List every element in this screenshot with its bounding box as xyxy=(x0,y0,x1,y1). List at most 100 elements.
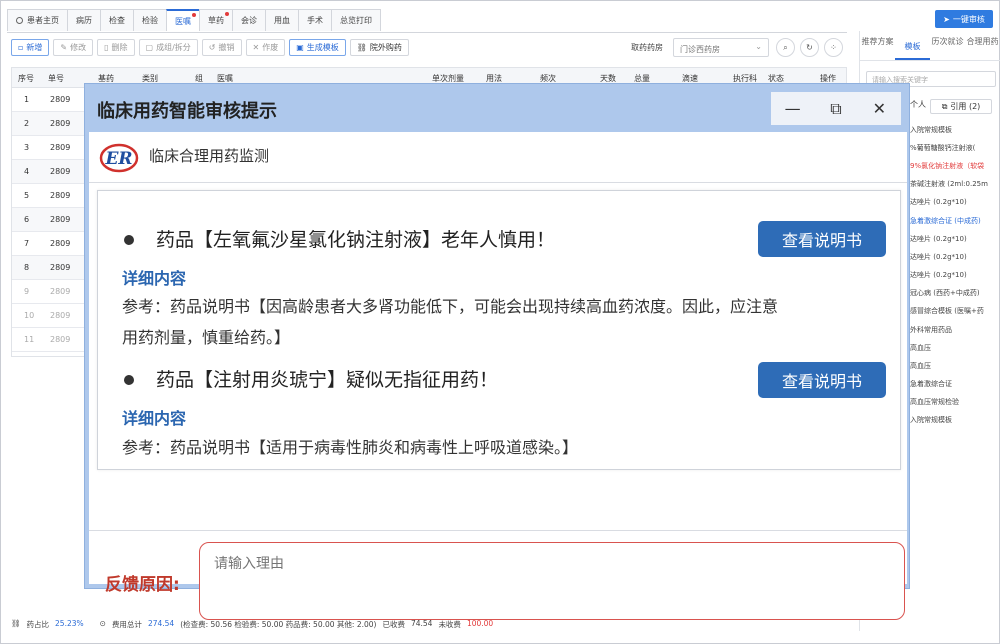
tab-examination[interactable]: 检查 xyxy=(100,9,134,31)
row-order-no: 2809 xyxy=(50,239,71,248)
template-item[interactable]: 高血压常规检验 xyxy=(910,397,1000,407)
feedback-input[interactable] xyxy=(199,542,905,620)
group-icon: ▢ xyxy=(145,43,154,52)
template-item[interactable]: 达唑片 (0.2g*10) xyxy=(910,234,1000,244)
table-row[interactable]: 5 2809 xyxy=(12,184,87,208)
generate-template-button[interactable]: ▣ 生成模板 xyxy=(289,39,346,56)
tab-orders[interactable]: 医嘱 xyxy=(166,9,200,31)
template-item[interactable]: %葡萄糖酸钙注射液( xyxy=(910,143,1000,153)
void-button[interactable]: ✕ 作废 xyxy=(245,39,286,56)
tab-rational-drug[interactable]: 合理用药 xyxy=(965,33,1000,60)
table-row[interactable]: 6 2809 xyxy=(12,208,87,232)
table-row[interactable]: 4 2809 xyxy=(12,160,87,184)
template-item[interactable]: 达唑片 (0.2g*10) xyxy=(910,197,1000,207)
uncollected-label: 未收费 xyxy=(438,620,461,629)
divider xyxy=(89,182,907,183)
row-index: 4 xyxy=(24,167,30,176)
tab-label: 患者主页 xyxy=(27,16,59,25)
logo-text: ER xyxy=(104,149,132,169)
dialog-title: 临床用药智能审核提示 xyxy=(97,101,277,122)
minimize-icon[interactable]: — xyxy=(771,92,814,125)
table-row[interactable]: 2 2809 xyxy=(12,112,87,136)
tab-template[interactable]: 模板 xyxy=(895,33,930,60)
refresh-icon[interactable]: ↻ xyxy=(800,38,819,57)
audit-messages: 药品【左氧氟沙星氯化钠注射液】老年人慎用！ 查看说明书 详细内容 参考：药品说明… xyxy=(97,190,901,470)
fee-total-value: 274.54 xyxy=(147,619,175,628)
table-row[interactable]: 9 2809 xyxy=(12,280,87,304)
tab-recommended[interactable]: 推荐方案 xyxy=(860,33,895,60)
template-item[interactable]: 高血压 xyxy=(910,343,1000,353)
table-row[interactable]: 11 2809 xyxy=(12,328,87,352)
info-icon: ⊙ xyxy=(99,619,106,628)
grid-icon[interactable]: ⁘ xyxy=(824,38,843,57)
reference-button[interactable]: ⧉ 引用 (2) xyxy=(930,99,992,114)
warning-reference: 参考：药品说明书【因高龄患者大多肾功能低下，可能会出现持续高血药浓度。因此，应注… xyxy=(122,291,890,353)
void-label: 作废 xyxy=(262,43,279,52)
tab-lab-test[interactable]: 检验 xyxy=(133,9,167,31)
add-button[interactable]: ▫ 新增 xyxy=(11,39,50,56)
template-item[interactable]: 入院常规模板 xyxy=(910,415,1000,425)
row-order-no: 2809 xyxy=(50,215,71,224)
one-click-audit-button[interactable]: ➤ 一键审核 xyxy=(935,10,993,28)
view-instructions-button[interactable]: 查看说明书 xyxy=(758,221,886,257)
tab-label: 检查 xyxy=(109,16,125,25)
restore-icon[interactable]: ⧉ xyxy=(814,92,857,125)
row-index: 1 xyxy=(24,95,30,104)
table-row[interactable]: 3 2809 xyxy=(12,136,87,160)
link-icon: ⛓ xyxy=(11,619,21,628)
modified-dot xyxy=(192,13,196,17)
delete-button[interactable]: ▯ 删除 xyxy=(97,39,135,56)
table-row[interactable]: 1 2809 xyxy=(12,88,87,112)
group-split-button[interactable]: ▢ 成组/拆分 xyxy=(138,39,198,56)
table-row[interactable]: 7 2809 xyxy=(12,232,87,256)
tab-label: 总览打印 xyxy=(340,16,372,25)
personal-filter[interactable]: 个人 xyxy=(910,99,926,110)
tab-herbal[interactable]: 草药 xyxy=(199,9,233,31)
row-index: 6 xyxy=(24,215,30,224)
tab-visit-history[interactable]: 历次就诊 xyxy=(930,33,965,60)
window-controls: — ⧉ ✕ xyxy=(771,92,901,125)
detail-link[interactable]: 详细内容 xyxy=(122,265,186,289)
close-icon[interactable]: ✕ xyxy=(858,92,901,125)
template-item[interactable]: 达唑片 (0.2g*10) xyxy=(910,270,1000,280)
drug-ratio-label: 药占比 xyxy=(26,620,50,629)
row-order-no: 2809 xyxy=(50,95,71,104)
pharmacy-select[interactable]: 门诊西药房 ⌄ xyxy=(673,38,769,57)
table-row[interactable]: 10 2809 xyxy=(12,304,87,328)
template-item[interactable]: 冠心病 (西药+中成药) xyxy=(910,288,1000,298)
row-order-no: 2809 xyxy=(50,167,71,176)
tab-divider xyxy=(7,32,847,33)
template-item[interactable]: 急着激综合证 (中成药) xyxy=(910,216,1000,226)
tab-blood[interactable]: 用血 xyxy=(265,9,299,31)
tab-patient-home[interactable]: 患者主页 xyxy=(7,9,68,31)
warning-reference: 参考：药品说明书【适用于病毒性肺炎和病毒性上呼吸道感染。】 xyxy=(122,432,890,463)
template-item[interactable]: 达唑片 (0.2g*10) xyxy=(910,252,1000,262)
tab-print-overview[interactable]: 总览打印 xyxy=(331,9,381,31)
row-order-no: 2809 xyxy=(50,119,71,128)
right-panel-tabs: 推荐方案 模板 历次就诊 合理用药 xyxy=(860,33,1000,61)
template-item[interactable]: 感冒综合模板 (医嘱+药 xyxy=(910,306,1000,316)
search-icon[interactable]: ⌕ xyxy=(776,38,795,57)
table-row[interactable]: 8 2809 xyxy=(12,256,87,280)
template-item[interactable]: 高血压 xyxy=(910,361,1000,371)
user-icon xyxy=(16,17,23,24)
template-item[interactable]: 9%氯化钠注射液（软袋 xyxy=(910,161,1000,171)
template-item[interactable]: 茶碱注射液 (2ml:0.25m xyxy=(910,179,1000,189)
template-item[interactable]: 入院常规模板 xyxy=(910,125,1000,135)
divider xyxy=(89,530,907,531)
row-order-no: 2809 xyxy=(50,311,71,320)
modified-dot xyxy=(225,12,229,16)
reference-line: 参考：药品说明书【适用于病毒性肺炎和病毒性上呼吸道感染。】 xyxy=(122,438,579,457)
bullet-icon xyxy=(124,375,134,385)
tab-surgery[interactable]: 手术 xyxy=(298,9,332,31)
tab-label: 医嘱 xyxy=(175,16,191,26)
detail-link[interactable]: 详细内容 xyxy=(122,405,186,429)
edit-button[interactable]: ✎ 修改 xyxy=(53,39,94,56)
view-instructions-button[interactable]: 查看说明书 xyxy=(758,362,886,398)
tab-medical-record[interactable]: 病历 xyxy=(67,9,101,31)
undo-button[interactable]: ↺ 撤销 xyxy=(201,39,242,56)
external-purchase-button[interactable]: ⛓ 院外购药 xyxy=(349,39,409,56)
tab-consultation[interactable]: 会诊 xyxy=(232,9,266,31)
template-item[interactable]: 急着激综合证 xyxy=(910,379,1000,389)
template-item[interactable]: 外科常用药品 xyxy=(910,325,1000,335)
